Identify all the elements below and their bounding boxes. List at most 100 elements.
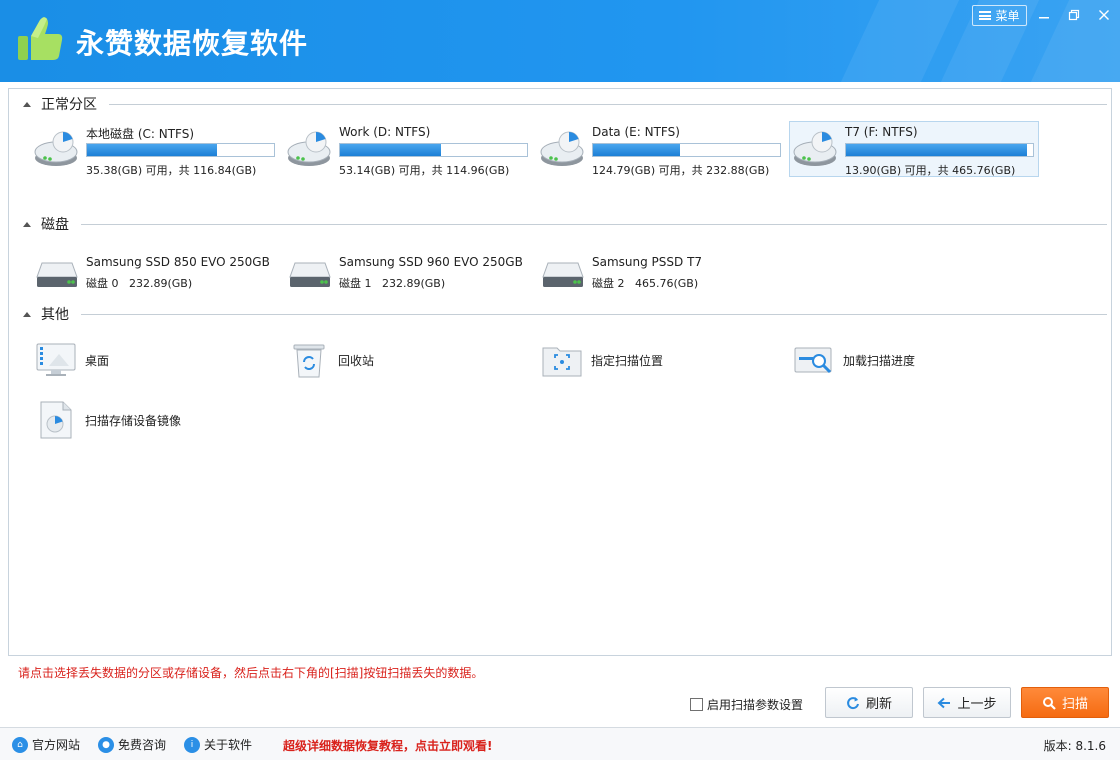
other-label: 扫描存储设备镜像 xyxy=(85,413,182,428)
version-label: 版本: 8.1.6 xyxy=(1043,739,1106,753)
checkbox-box[interactable] xyxy=(690,698,703,711)
disk-size: 232.89(GB) xyxy=(382,277,446,290)
partition-usage-bar xyxy=(845,143,1034,157)
hamburger-icon xyxy=(979,11,992,20)
other-label: 桌面 xyxy=(85,353,110,368)
divider xyxy=(81,224,1107,225)
restore-icon xyxy=(1068,9,1080,21)
section-other[interactable]: 其他 xyxy=(23,304,69,324)
partition-drive-icon xyxy=(287,131,331,166)
param-settings-checkbox[interactable]: 启用扫描参数设置 xyxy=(690,696,803,713)
load-progress-icon xyxy=(794,347,832,374)
divider xyxy=(81,314,1107,315)
close-icon xyxy=(1099,10,1109,20)
collapse-triangle-icon xyxy=(23,221,31,227)
title-bar: 永赞数据恢复软件 菜单 xyxy=(0,0,1120,82)
partition-usage-bar xyxy=(592,143,781,157)
partition-name: Data (E: NTFS) xyxy=(592,125,680,139)
info-icon: i xyxy=(184,736,200,753)
partition-card-c[interactable]: 本地磁盘 (C: NTFS) 35.38(GB) 可用，共 116.84(GB) xyxy=(33,122,283,178)
section-partitions[interactable]: 正常分区 xyxy=(23,94,97,114)
other-disk-image[interactable]: 扫描存储设备镜像 xyxy=(35,400,181,440)
partition-info: 35.38(GB) 可用，共 116.84(GB) xyxy=(86,164,257,177)
disk-card-2[interactable]: Samsung PSSD T7 磁盘 2 465.76(GB) xyxy=(542,253,792,293)
scan-label: 扫描 xyxy=(1061,697,1088,712)
section-disks-label: 磁盘 xyxy=(41,217,69,233)
home-icon: ⌂ xyxy=(12,736,28,753)
menu-label: 菜单 xyxy=(995,9,1020,23)
scan-button[interactable]: 扫描 xyxy=(1021,687,1109,718)
refresh-label: 刷新 xyxy=(865,697,892,712)
disk-image-icon xyxy=(40,401,72,439)
disk-card-1[interactable]: Samsung SSD 960 EVO 250GB 磁盘 1 232.89(GB… xyxy=(289,253,539,293)
partition-info: 13.90(GB) 可用，共 465.76(GB) xyxy=(845,164,1016,177)
app-title: 永赞数据恢复软件 xyxy=(76,27,309,60)
close-button[interactable] xyxy=(1093,5,1115,25)
partition-name: 本地磁盘 (C: NTFS) xyxy=(86,127,195,141)
about-label: 关于软件 xyxy=(204,738,253,752)
tutorial-promo-link[interactable]: 超级详细数据恢复教程，点击立即观看! xyxy=(283,737,492,754)
divider xyxy=(109,104,1107,105)
partition-card-f[interactable]: T7 (F: NTFS) 13.90(GB) 可用，共 465.76(GB) xyxy=(789,121,1039,177)
section-other-label: 其他 xyxy=(41,307,69,323)
disk-size: 465.76(GB) xyxy=(635,277,699,290)
main-panel: 正常分区 本地磁盘 (C: NTFS) 35.38(GB) 可用，共 116.8… xyxy=(8,88,1112,656)
website-label: 官方网站 xyxy=(32,738,81,752)
other-recycle-bin[interactable]: 回收站 xyxy=(288,340,374,380)
status-bar: ⌂ 官方网站 ● 免费咨询 i 关于软件 超级详细数据恢复教程，点击立即观看! … xyxy=(0,727,1120,760)
refresh-button[interactable]: 刷新 xyxy=(825,687,913,718)
back-label: 上一步 xyxy=(957,697,997,712)
disk-id: 磁盘 0 xyxy=(86,277,119,290)
thumbs-up-logo-icon xyxy=(18,17,63,60)
search-icon xyxy=(1042,696,1056,710)
recycle-bin-icon xyxy=(293,344,325,378)
minimize-button[interactable] xyxy=(1033,5,1055,25)
disk-info: 磁盘 2 465.76(GB) xyxy=(592,275,698,291)
hard-disk-icon xyxy=(289,262,331,287)
partition-info: 53.14(GB) 可用，共 114.96(GB) xyxy=(339,164,510,177)
partition-info: 124.79(GB) 可用，共 232.88(GB) xyxy=(592,164,770,177)
folder-scan-icon xyxy=(542,347,582,377)
website-link[interactable]: ⌂ 官方网站 xyxy=(12,736,80,753)
partition-drive-icon xyxy=(34,131,78,166)
section-disks[interactable]: 磁盘 xyxy=(23,214,69,234)
partition-card-e[interactable]: Data (E: NTFS) 124.79(GB) 可用，共 232.88(GB… xyxy=(539,122,789,178)
refresh-icon xyxy=(847,696,859,709)
other-load-progress[interactable]: 加载扫描进度 xyxy=(793,340,915,380)
partition-card-d[interactable]: Work (D: NTFS) 53.14(GB) 可用，共 114.96(GB) xyxy=(286,122,536,178)
partition-usage-bar xyxy=(339,143,528,157)
other-label: 回收站 xyxy=(338,353,375,368)
maximize-button[interactable] xyxy=(1063,5,1085,25)
partition-name: T7 (F: NTFS) xyxy=(845,125,918,139)
other-desktop[interactable]: 桌面 xyxy=(35,340,109,380)
disk-id: 磁盘 1 xyxy=(339,277,372,290)
chat-icon: ● xyxy=(98,736,114,753)
checkbox-label: 启用扫描参数设置 xyxy=(707,698,804,712)
section-partitions-label: 正常分区 xyxy=(41,97,97,113)
disk-size: 232.89(GB) xyxy=(129,277,193,290)
hint-text: 请点击选择丢失数据的分区或存储设备，然后点击右下角的[扫描]按钮扫描丢失的数据。 xyxy=(18,666,484,680)
partition-drive-icon xyxy=(540,131,584,166)
disk-info: 磁盘 0 232.89(GB) xyxy=(86,275,192,291)
about-link[interactable]: i 关于软件 xyxy=(184,736,252,753)
partition-name: Work (D: NTFS) xyxy=(339,125,431,139)
minimize-icon xyxy=(1039,17,1049,19)
hard-disk-icon xyxy=(36,262,78,287)
consult-label: 免费咨询 xyxy=(118,738,167,752)
other-label: 加载扫描进度 xyxy=(843,353,916,368)
other-scan-location[interactable]: 指定扫描位置 xyxy=(541,340,663,380)
collapse-triangle-icon xyxy=(23,101,31,107)
partition-usage-bar xyxy=(86,143,275,157)
hard-disk-icon xyxy=(542,262,584,287)
back-button[interactable]: 上一步 xyxy=(923,687,1011,718)
menu-button[interactable]: 菜单 xyxy=(972,5,1027,26)
other-label: 指定扫描位置 xyxy=(591,353,664,368)
collapse-triangle-icon xyxy=(23,311,31,317)
disk-card-0[interactable]: Samsung SSD 850 EVO 250GB 磁盘 0 232.89(GB… xyxy=(36,253,286,293)
consult-link[interactable]: ● 免费咨询 xyxy=(98,736,166,753)
disk-info: 磁盘 1 232.89(GB) xyxy=(339,275,445,291)
arrow-left-icon xyxy=(937,697,951,708)
disk-id: 磁盘 2 xyxy=(592,277,625,290)
disk-name: Samsung SSD 960 EVO 250GB xyxy=(339,255,523,269)
disk-name: Samsung SSD 850 EVO 250GB xyxy=(86,255,270,269)
